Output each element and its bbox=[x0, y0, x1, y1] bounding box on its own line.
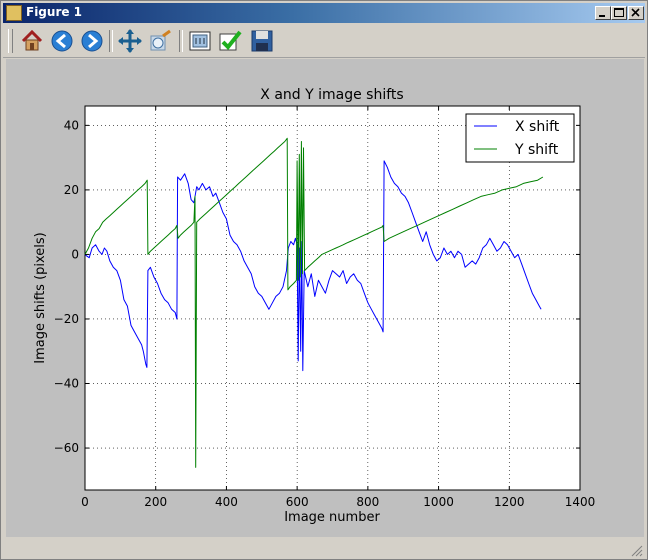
back-button[interactable] bbox=[49, 28, 75, 54]
home-icon bbox=[21, 29, 43, 51]
save-button[interactable] bbox=[249, 28, 275, 54]
forward-button[interactable] bbox=[79, 28, 105, 54]
minimize-button[interactable] bbox=[595, 6, 611, 20]
window-title: Figure 1 bbox=[26, 5, 83, 19]
apply-button[interactable] bbox=[217, 28, 243, 54]
y-tick-label: −60 bbox=[54, 441, 79, 455]
figure-canvas[interactable]: 0 200 400 600 800 1000 1200 1400 −60 −40 −20 0 20 40 … bbox=[6, 59, 644, 537]
x-tick-label: 1400 bbox=[565, 495, 596, 509]
toolbar-separator bbox=[109, 30, 113, 52]
toolbar-separator bbox=[179, 30, 183, 52]
y-tick-label: 40 bbox=[64, 118, 79, 132]
toolbar-grip[interactable] bbox=[8, 29, 13, 53]
configure-subplots-icon bbox=[189, 31, 211, 51]
pan-button[interactable] bbox=[117, 28, 143, 54]
close-icon bbox=[631, 8, 640, 17]
maximize-icon bbox=[614, 8, 624, 17]
y-tick-label: 0 bbox=[71, 247, 79, 261]
y-tick-label: 20 bbox=[64, 183, 79, 197]
x-tick-label: 600 bbox=[286, 495, 309, 509]
resize-grip-icon[interactable] bbox=[631, 545, 643, 557]
chart-title: X and Y image shifts bbox=[260, 87, 403, 103]
legend-y-shift-label: Y shift bbox=[514, 142, 559, 158]
forward-arrow-icon bbox=[81, 30, 103, 52]
toolbar bbox=[3, 25, 645, 58]
legend-x-shift-label: X shift bbox=[515, 119, 560, 135]
y-tick-label: −20 bbox=[54, 312, 79, 326]
x-tick-label: 200 bbox=[144, 495, 167, 509]
x-tick-label: 800 bbox=[356, 495, 379, 509]
maximize-button[interactable] bbox=[611, 6, 627, 20]
configure-subplots-button[interactable] bbox=[187, 28, 213, 54]
zoom-button[interactable] bbox=[147, 28, 173, 54]
pan-icon bbox=[118, 29, 142, 53]
zoom-icon bbox=[150, 29, 171, 51]
app-icon bbox=[6, 5, 22, 21]
figure-window: Figure 1 0 200 400 600 800 1000 1200 140… bbox=[0, 0, 648, 560]
x-tick-label: 400 bbox=[215, 495, 238, 509]
x-tick-label: 1200 bbox=[494, 495, 525, 509]
x-axis-label: Image number bbox=[284, 510, 380, 525]
x-tick-label: 1000 bbox=[423, 495, 454, 509]
y-tick-label: −40 bbox=[54, 377, 79, 391]
title-bar[interactable]: Figure 1 bbox=[3, 3, 645, 23]
y-axis-label: Image shifts (pixels) bbox=[33, 232, 48, 364]
home-button[interactable] bbox=[19, 28, 45, 54]
checkmark-icon bbox=[219, 30, 242, 51]
axes-frame bbox=[84, 105, 581, 491]
close-button[interactable] bbox=[628, 6, 644, 20]
x-tick-label: 0 bbox=[81, 495, 89, 509]
plot-svg: 0 200 400 600 800 1000 1200 1400−60−40−2002040 … bbox=[33, 87, 596, 525]
minimize-icon bbox=[599, 15, 605, 17]
back-arrow-icon bbox=[51, 30, 73, 52]
legend: X shift Y shift bbox=[465, 113, 575, 163]
save-icon bbox=[251, 30, 273, 52]
status-bar bbox=[3, 539, 645, 559]
